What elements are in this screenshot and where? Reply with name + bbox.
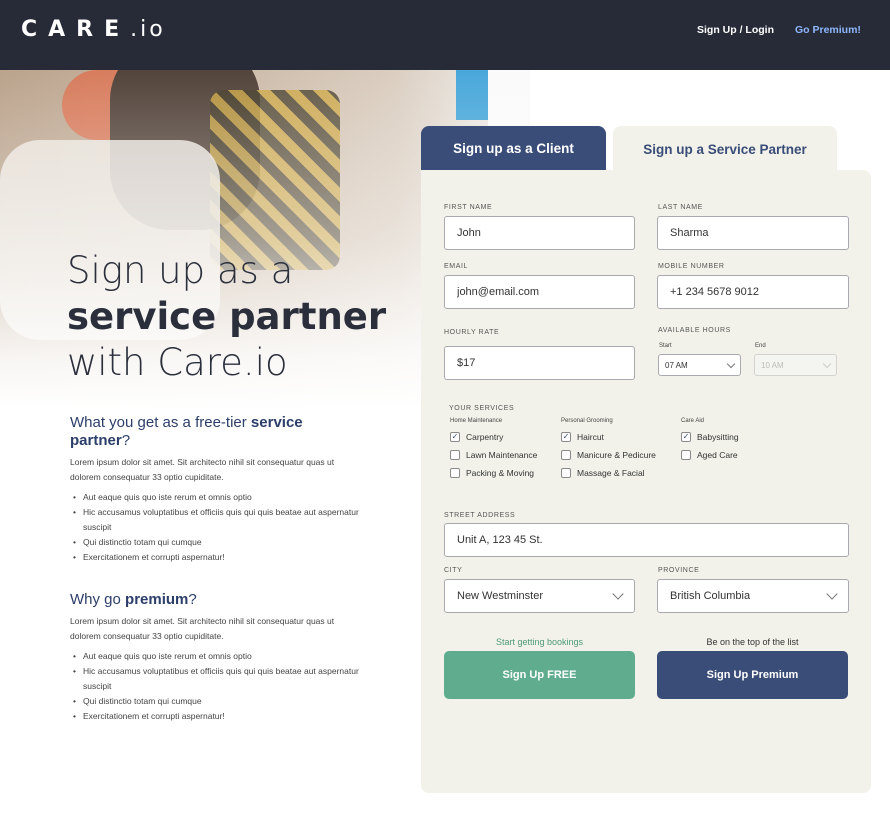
start-time-select[interactable]: 07 AM xyxy=(658,354,741,376)
street-address-field[interactable] xyxy=(444,523,849,557)
mobile-field[interactable] xyxy=(657,275,849,309)
service-group-heading: Personal Grooming xyxy=(561,418,613,424)
premium-title: Why go premium? xyxy=(70,591,197,608)
mobile-label: Mobile Number xyxy=(658,263,725,270)
available-hours-label: Available Hours xyxy=(658,327,731,334)
checkbox-icon[interactable] xyxy=(681,450,691,460)
signup-login-link[interactable]: Sign Up / Login xyxy=(697,24,774,36)
premium-caption: Be on the top of the list xyxy=(706,637,799,647)
signup-form: First Name Last Name Email Mobile Number… xyxy=(421,170,871,793)
service-babysitting[interactable]: ✓ Babysitting xyxy=(681,428,739,446)
service-aged-care[interactable]: Aged Care xyxy=(681,446,739,464)
end-time-value: 10 AM xyxy=(761,360,784,370)
province-select[interactable]: British Columbia xyxy=(657,579,849,613)
street-address-label: Street Address xyxy=(444,512,516,519)
chevron-down-icon xyxy=(822,359,832,368)
hourly-rate-label: Hourly Rate xyxy=(444,329,500,336)
premium-bullets: Aut eaque quis quo iste rerum et omnis o… xyxy=(70,649,360,724)
free-caption: Start getting bookings xyxy=(495,637,584,647)
first-name-field[interactable] xyxy=(444,216,635,250)
list-item: Hic accusamus voluptatibus et officiis q… xyxy=(70,664,360,694)
service-group-heading: Care Aid xyxy=(681,418,705,424)
last-name-label: Last Name xyxy=(658,204,703,211)
service-group-personal-grooming: Personal Grooming ✓ Haircut Manicure & Pe… xyxy=(561,418,656,482)
checkbox-checked-icon[interactable]: ✓ xyxy=(450,432,460,442)
city-value: New Westminster xyxy=(457,590,543,602)
end-label: End xyxy=(755,343,766,349)
services-label: Your Services xyxy=(449,405,515,412)
hero-line-3: with Care.io xyxy=(67,341,288,384)
city-label: City xyxy=(444,567,463,574)
signup-free-button[interactable]: Sign Up FREE xyxy=(444,651,635,699)
hourly-rate-field[interactable] xyxy=(444,346,635,380)
logo[interactable]: CARE.io xyxy=(21,17,166,42)
hero-headline: Sign up as a service partner with Care.i… xyxy=(67,248,397,386)
list-item: Exercitationem et corrupti aspernatur! xyxy=(70,550,360,565)
checkbox-icon[interactable] xyxy=(450,468,460,478)
start-label: Start xyxy=(659,343,672,349)
free-tier-info: What you get as a free-tier service part… xyxy=(70,414,360,565)
email-field[interactable] xyxy=(444,275,635,309)
service-group-care-aid: Care Aid ✓ Babysitting Aged Care xyxy=(681,418,739,464)
premium-info: Why go premium? Lorem ipsum dolor sit am… xyxy=(70,591,360,724)
list-item: Exercitationem et corrupti aspernatur! xyxy=(70,709,360,724)
service-lawn-maintenance[interactable]: Lawn Maintenance xyxy=(450,446,537,464)
list-item: Hic accusamus voluptatibus et officiis q… xyxy=(70,505,360,535)
free-tier-title: What you get as a free-tier service part… xyxy=(70,414,303,449)
service-group-heading: Home Maintenance xyxy=(450,418,503,424)
checkbox-checked-icon[interactable]: ✓ xyxy=(561,432,571,442)
service-manicure-pedicure[interactable]: Manicure & Pedicure xyxy=(561,446,656,464)
checkbox-icon[interactable] xyxy=(450,450,460,460)
list-item: Aut eaque quis quo iste rerum et omnis o… xyxy=(70,649,360,664)
hero-line-2: service partner xyxy=(67,295,387,338)
service-massage-facial[interactable]: Massage & Facial xyxy=(561,464,656,482)
premium-paragraph: Lorem ipsum dolor sit amet. Sit architec… xyxy=(70,616,335,641)
go-premium-link[interactable]: Go Premium! xyxy=(795,24,861,36)
start-time-value: 07 AM xyxy=(665,360,688,370)
chevron-down-icon xyxy=(726,359,736,368)
checkbox-checked-icon[interactable]: ✓ xyxy=(681,432,691,442)
list-item: Qui distinctio totam qui cumque xyxy=(70,535,360,550)
city-select[interactable]: New Westminster xyxy=(444,579,635,613)
service-carpentry[interactable]: ✓ Carpentry xyxy=(450,428,537,446)
province-value: British Columbia xyxy=(670,590,751,602)
chevron-down-icon xyxy=(826,588,838,600)
logo-suffix: .io xyxy=(130,17,166,42)
checkbox-icon[interactable] xyxy=(561,450,571,460)
signup-premium-button[interactable]: Sign Up Premium xyxy=(657,651,848,699)
free-tier-paragraph: Lorem ipsum dolor sit amet. Sit architec… xyxy=(70,457,335,482)
list-item: Qui distinctio totam qui cumque xyxy=(70,694,360,709)
end-time-select[interactable]: 10 AM xyxy=(754,354,837,376)
service-packing-moving[interactable]: Packing & Moving xyxy=(450,464,537,482)
service-haircut[interactable]: ✓ Haircut xyxy=(561,428,656,446)
tab-service-partner[interactable]: Sign up a Service Partner xyxy=(613,126,837,172)
email-label: Email xyxy=(444,263,469,270)
tab-client[interactable]: Sign up as a Client xyxy=(421,126,606,171)
first-name-label: First Name xyxy=(444,204,493,211)
list-item: Aut eaque quis quo iste rerum et omnis o… xyxy=(70,490,360,505)
checkbox-icon[interactable] xyxy=(561,468,571,478)
free-tier-bullets: Aut eaque quis quo iste rerum et omnis o… xyxy=(70,490,360,565)
hero-line-1: Sign up as a xyxy=(67,249,294,292)
last-name-field[interactable] xyxy=(657,216,849,250)
service-group-home-maintenance: Home Maintenance ✓ Carpentry Lawn Mainten… xyxy=(450,418,537,482)
logo-main: CARE xyxy=(21,17,131,42)
province-label: Province xyxy=(658,567,700,574)
top-nav-bar: CARE.io Sign Up / Login Go Premium! xyxy=(0,0,890,70)
chevron-down-icon xyxy=(612,588,624,600)
